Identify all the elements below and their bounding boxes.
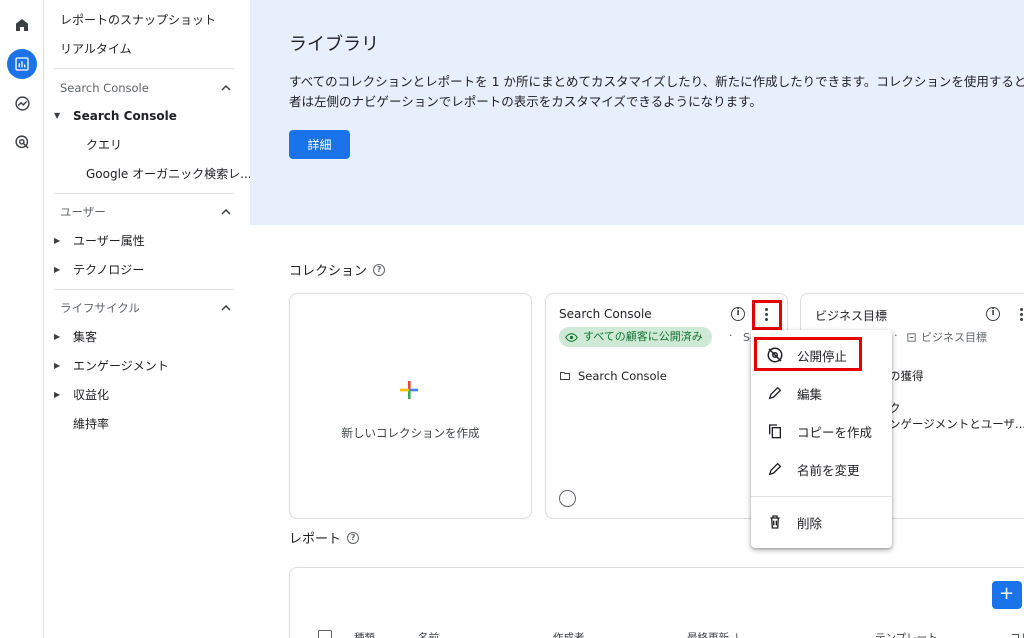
details-button[interactable]: 詳細 (289, 130, 350, 159)
reports-table: + 種類 名前 作成者 最終更新 ↓ テンプレート コレ (289, 567, 1024, 638)
menu-item-label: コピーを作成 (797, 424, 873, 440)
column-header-name[interactable]: 名前 (418, 630, 439, 638)
folder-label: Search Console (578, 369, 667, 383)
trash-icon (765, 512, 785, 532)
published-status-chip: すべての顧客に公開済み (559, 327, 712, 347)
menu-item-label: 編集 (797, 386, 823, 402)
collection-title: Search Console (559, 307, 652, 321)
template-icon (907, 332, 916, 342)
menu-item-edit[interactable]: 編集 (751, 374, 892, 412)
new-collection-card[interactable]: 新しいコレクションを作成 (289, 293, 532, 519)
info-icon[interactable]: i (731, 307, 745, 321)
nav-section-user[interactable]: ユーザー (60, 202, 106, 222)
caret-right-icon: ▶ (54, 390, 61, 399)
collection-folder: Search Console (559, 369, 667, 383)
collection-line: ンゲージメントとユーザ... (889, 417, 1024, 431)
collection-title: ビジネス目標 (815, 309, 888, 323)
nav-demographics[interactable]: ユーザー属性 (73, 230, 145, 252)
status-chip-label: すべての顧客に公開済み (583, 330, 703, 343)
more-vert-icon[interactable] (1014, 305, 1024, 323)
main-content: ライブラリ すべてのコレクションとレポートを 1 か所にまとめてカスタマイズした… (250, 0, 1024, 638)
description-line-2: 者は左側のナビゲーションでレポートの表示をカスタマイズできるようになります。 (289, 94, 762, 109)
nav-google-organic[interactable]: Google オーガニック検索レ... (86, 163, 252, 185)
caret-right-icon: ▶ (54, 236, 61, 245)
info-icon[interactable]: i (986, 307, 1000, 321)
menu-item-label: 削除 (797, 515, 823, 531)
menu-item-copy[interactable]: コピーを作成 (751, 412, 892, 450)
page-title: ライブラリ (289, 34, 379, 55)
pencil-icon (765, 383, 785, 403)
chevron-up-icon[interactable] (220, 206, 232, 218)
nav-divider (54, 193, 234, 194)
library-hero: ライブラリ すべてのコレクションとレポートを 1 か所にまとめてカスタマイズした… (250, 0, 1024, 225)
reports-title: レポート (289, 532, 342, 547)
nav-section-search-console[interactable]: Search Console (60, 78, 149, 98)
folder-icon (560, 372, 570, 380)
collection-subtitle-row: ビジネス目標 (906, 329, 987, 345)
menu-divider (751, 496, 892, 497)
unpublish-highlight (754, 337, 862, 371)
column-header-collection[interactable]: コレ (1010, 630, 1024, 638)
menu-item-rename[interactable]: 名前を変更 (751, 450, 892, 488)
menu-item-label: 名前を変更 (797, 462, 860, 478)
eye-icon (565, 332, 578, 342)
nav-reports-snapshot[interactable]: レポートのスナップショット (60, 9, 216, 31)
column-header-last-updated[interactable]: 最終更新 ↓ (687, 630, 741, 638)
collections-heading: コレクション ? (289, 260, 386, 279)
description-line-1: すべてのコレクションとレポートを 1 か所にまとめてカスタマイズしたり、新たに作… (289, 74, 1024, 89)
column-header-template[interactable]: テンプレート (875, 630, 938, 638)
nav-acquisition[interactable]: 集客 (73, 326, 97, 348)
caret-right-icon: ▶ (54, 361, 61, 370)
kebab-highlight (752, 300, 782, 330)
collection-subtitle: ビジネス目標 (921, 331, 987, 344)
caret-right-icon: ▶ (54, 332, 61, 341)
nav-search-console[interactable]: Search Console (73, 105, 177, 127)
page-description: すべてのコレクションとレポートを 1 か所にまとめてカスタマイズしたり、新たに作… (289, 72, 1024, 112)
chevron-up-icon[interactable] (220, 302, 232, 314)
reports-heading: レポート ? (289, 528, 360, 547)
separator-dot: · (894, 329, 898, 342)
help-icon[interactable]: ? (373, 263, 386, 276)
column-header-creator[interactable]: 作成者 (553, 630, 585, 638)
copy-icon (765, 421, 785, 441)
menu-item-delete[interactable]: 削除 (751, 503, 892, 541)
reports-icon[interactable] (7, 49, 37, 79)
collection-line: の獲得 (889, 369, 924, 383)
pencil-icon (765, 459, 785, 479)
home-icon[interactable] (7, 10, 37, 40)
globe-icon (559, 490, 576, 507)
advertising-icon[interactable] (7, 127, 37, 157)
new-collection-label: 新しいコレクションを作成 (341, 426, 480, 440)
nav-engagement[interactable]: エンゲージメント (73, 355, 169, 377)
nav-technology[interactable]: テクノロジー (73, 259, 144, 281)
side-navigation: レポートのスナップショット リアルタイム Search Console ▼ Se… (44, 0, 252, 638)
nav-retention[interactable]: 維持率 (73, 413, 109, 435)
nav-monetization[interactable]: 収益化 (73, 384, 109, 406)
chevron-up-icon[interactable] (220, 82, 232, 94)
help-icon[interactable]: ? (347, 531, 360, 544)
icon-rail (0, 0, 44, 638)
plus-icon (400, 381, 418, 399)
column-header-type[interactable]: 種類 (354, 630, 375, 638)
select-all-checkbox[interactable] (318, 630, 332, 638)
nav-divider (54, 289, 234, 290)
collections-title: コレクション (289, 264, 368, 279)
nav-divider (54, 68, 234, 69)
explore-icon[interactable] (7, 88, 37, 118)
nav-realtime[interactable]: リアルタイム (60, 38, 132, 60)
nav-queries[interactable]: クエリ (86, 134, 122, 156)
add-report-button[interactable]: + (992, 581, 1022, 609)
nav-section-lifecycle[interactable]: ライフサイクル (60, 298, 140, 318)
separator-dot: · (729, 329, 733, 342)
caret-down-icon: ▼ (54, 111, 61, 120)
caret-right-icon: ▶ (54, 265, 61, 274)
